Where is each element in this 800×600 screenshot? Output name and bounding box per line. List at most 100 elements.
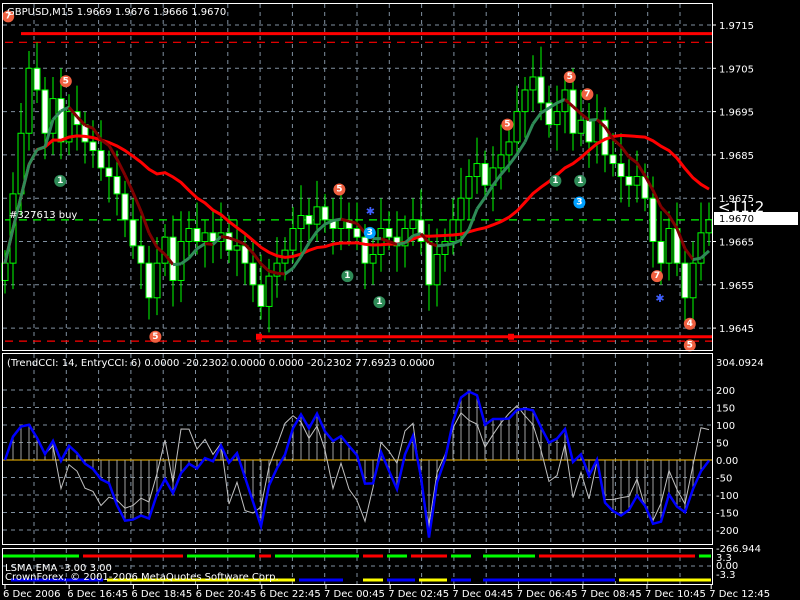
marker-label: 1 bbox=[57, 176, 63, 186]
candle-body bbox=[377, 228, 385, 255]
time-label: 6 Dec 20:45 bbox=[196, 589, 257, 600]
signal-marker: 3 bbox=[573, 196, 586, 209]
fast-ma-segment bbox=[268, 269, 278, 275]
candle-body bbox=[97, 150, 105, 169]
signal-marker: 5 bbox=[149, 330, 162, 343]
cci-pane: 304.0924200150100500.00-50-100-150-200-2… bbox=[3, 358, 764, 555]
cci-tick: -50 bbox=[716, 474, 732, 485]
price-tick: 1.9655 bbox=[719, 281, 754, 292]
candle-body bbox=[265, 275, 273, 307]
signal-markers: 751553115571 13745✱✱ bbox=[2, 10, 696, 352]
candle-body bbox=[529, 76, 537, 91]
cci-title: (TrendCCI: 14, EntryCCI: 6) 0.0000 -20.2… bbox=[7, 358, 435, 369]
fast-ma-segment bbox=[196, 242, 206, 250]
fast-ma-segment bbox=[172, 262, 182, 267]
fast-ma-segment bbox=[475, 196, 487, 210]
fast-ma-segment bbox=[580, 112, 590, 122]
candle-body bbox=[617, 163, 625, 178]
candle-body bbox=[633, 176, 641, 186]
signal-marker: 5 bbox=[683, 339, 696, 352]
price-tick: 1.9645 bbox=[719, 324, 754, 335]
time-label: 7 Dec 08:45 bbox=[581, 589, 642, 600]
candle-body bbox=[185, 228, 193, 242]
trading-chart[interactable]: 751553115571 13745✱✱ 304.0924200150100500… bbox=[0, 0, 800, 600]
signal-marker: 1 bbox=[549, 174, 562, 187]
signal-marker: 1 bbox=[574, 174, 587, 187]
copyright: CrownForex, © 2001-2006 MetaQuotes Softw… bbox=[5, 572, 279, 583]
candle-body bbox=[457, 197, 465, 221]
candle-body bbox=[193, 228, 201, 242]
candle-body bbox=[585, 119, 593, 143]
candle-body bbox=[649, 197, 657, 242]
signal-marker: 1 bbox=[373, 296, 386, 309]
signal-marker: 7 bbox=[651, 270, 663, 283]
candle-body bbox=[665, 228, 673, 264]
cci-tick: 0.00 bbox=[716, 456, 738, 467]
fast-ma-segment bbox=[436, 243, 446, 248]
candle-body bbox=[385, 228, 393, 238]
fast-ma-segment bbox=[315, 223, 327, 233]
level-handle[interactable] bbox=[508, 333, 514, 340]
candle-body bbox=[113, 176, 121, 195]
signal-marker: 5 bbox=[333, 183, 346, 196]
fast-ma-segment bbox=[683, 247, 695, 261]
time-axis: 6 Dec 2006 6 Dec 16:45 6 Dec 18:45 6 Dec 20… bbox=[3, 585, 770, 600]
marker-label: 5 bbox=[567, 72, 573, 82]
level-handle[interactable] bbox=[256, 333, 262, 340]
fast-ma-segment bbox=[396, 241, 406, 246]
order-label: #327613 buy bbox=[9, 210, 77, 221]
fast-ma-segment bbox=[332, 217, 342, 223]
candle-body bbox=[201, 232, 209, 242]
fast-ma-segment bbox=[531, 112, 543, 125]
candle-body bbox=[577, 119, 585, 134]
candle-body bbox=[145, 262, 153, 299]
time-label: 7 Dec 10:45 bbox=[645, 589, 706, 600]
fast-ma-segment bbox=[131, 191, 143, 212]
fast-ma-segment bbox=[619, 145, 631, 158]
candle-body bbox=[625, 176, 633, 186]
candle-body bbox=[513, 111, 521, 143]
fast-ma-segment bbox=[659, 205, 671, 217]
time-label: 7 Dec 04:45 bbox=[452, 589, 513, 600]
price-axis: 1.9715 1.9705 1.9695 1.9685 1.9675 1.9665 1.96… bbox=[712, 21, 754, 335]
candle-body bbox=[353, 228, 361, 238]
marker-label: 3 bbox=[576, 198, 582, 208]
candle-body bbox=[25, 67, 33, 134]
candle-body bbox=[409, 219, 417, 230]
marker-label: 7 bbox=[654, 271, 660, 281]
price-tick: 1.9675 bbox=[719, 194, 754, 205]
fast-ma-segment bbox=[340, 217, 350, 223]
fast-ma-segment bbox=[107, 144, 119, 160]
fast-ma-segment bbox=[588, 118, 598, 122]
fast-ma-segment bbox=[36, 145, 46, 152]
signal-marker: 5 bbox=[59, 75, 72, 88]
signal-marker: 1 bbox=[341, 270, 354, 283]
current-price: 1.9670 bbox=[719, 214, 754, 225]
candle-body bbox=[313, 206, 321, 225]
candle-body bbox=[537, 76, 545, 104]
price-tick: 1.9685 bbox=[719, 151, 754, 162]
candle-body bbox=[89, 141, 97, 152]
fast-ma-segment bbox=[692, 256, 702, 262]
marker-label: 3 bbox=[367, 228, 373, 238]
candle-body bbox=[449, 219, 457, 243]
candle-body bbox=[41, 89, 49, 134]
cci-tick: 304.0924 bbox=[716, 358, 764, 369]
marker-label: 1 bbox=[577, 176, 583, 186]
fast-ma-segment bbox=[667, 214, 679, 230]
price-tick: 1.9715 bbox=[719, 21, 754, 32]
fast-ma-segment bbox=[467, 208, 479, 230]
time-label: 7 Dec 00:45 bbox=[324, 589, 385, 600]
signal-marker: 5 bbox=[563, 70, 576, 83]
candle-body bbox=[465, 176, 473, 199]
candle-body bbox=[57, 98, 65, 143]
candle-body bbox=[361, 236, 369, 264]
marker-label: 5 bbox=[336, 185, 342, 195]
candle-body bbox=[153, 262, 161, 299]
fast-ma-segment bbox=[507, 153, 519, 166]
cci-tick: 100 bbox=[716, 421, 735, 432]
marker-label: 1 bbox=[552, 176, 558, 186]
candle-body bbox=[689, 262, 697, 299]
candle-body bbox=[521, 89, 529, 113]
fast-ma-segment bbox=[139, 210, 151, 234]
